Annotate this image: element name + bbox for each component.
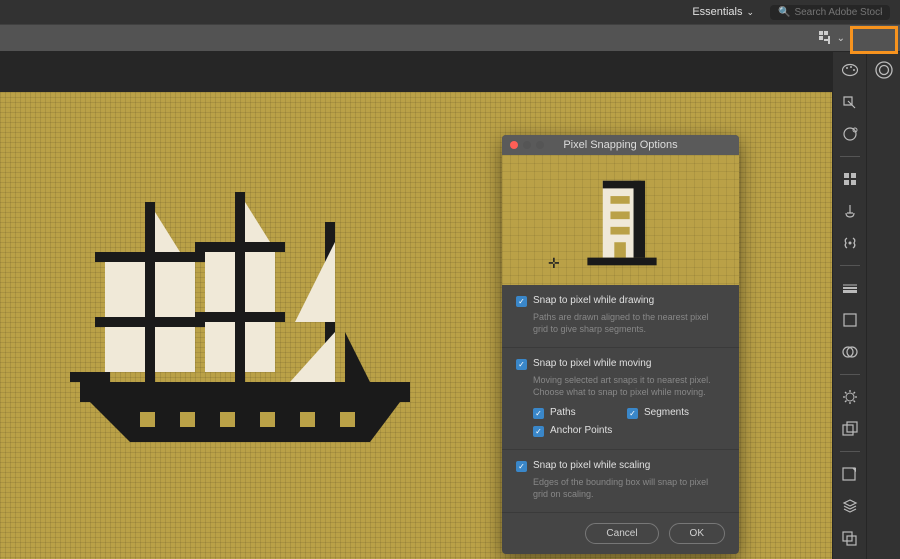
checkbox-scaling[interactable]: ✓ bbox=[516, 461, 527, 472]
chevron-down-icon: ⌄ bbox=[746, 7, 754, 18]
ok-button[interactable]: OK bbox=[669, 523, 725, 544]
pixel-snap-dropdown[interactable]: ⌄ bbox=[819, 31, 845, 45]
max-dot bbox=[536, 141, 544, 149]
color-guide-panel-icon[interactable] bbox=[840, 124, 860, 144]
dialog-titlebar[interactable]: Pixel Snapping Options bbox=[502, 135, 739, 155]
pixel-snap-icon bbox=[819, 31, 835, 45]
transparency-panel-icon[interactable] bbox=[840, 342, 860, 362]
window-controls[interactable] bbox=[510, 141, 544, 149]
search-icon: 🔍 bbox=[778, 7, 790, 18]
color-panel-icon[interactable] bbox=[840, 60, 860, 80]
label-paths: Paths bbox=[550, 407, 576, 418]
swatches-panel-icon[interactable] bbox=[840, 92, 860, 112]
appearance-panel-icon[interactable] bbox=[840, 387, 860, 407]
gradient-panel-icon[interactable] bbox=[840, 310, 860, 330]
label-moving: Snap to pixel while moving bbox=[533, 358, 651, 369]
section-drawing: ✓ Snap to pixel while drawing Paths are … bbox=[502, 285, 739, 348]
label-scaling: Snap to pixel while scaling bbox=[533, 460, 650, 471]
dialog-footer: Cancel OK bbox=[502, 513, 739, 554]
ship-artwork bbox=[70, 192, 430, 452]
chevron-down-icon: ⌄ bbox=[837, 33, 845, 44]
desc-moving: Moving selected art snaps it to nearest … bbox=[533, 374, 725, 398]
panel-dock bbox=[832, 52, 900, 559]
search-stock[interactable]: 🔍 bbox=[770, 5, 890, 20]
label-anchor-points: Anchor Points bbox=[550, 425, 612, 436]
brushes-panel-icon[interactable] bbox=[840, 201, 860, 221]
search-input[interactable] bbox=[794, 7, 882, 18]
pixel-snapping-dialog: Pixel Snapping Options ✛ ✓ Snap to pixel… bbox=[502, 135, 739, 554]
libraries-panel-icon[interactable] bbox=[840, 464, 860, 484]
section-scaling: ✓ Snap to pixel while scaling Edges of t… bbox=[502, 450, 739, 513]
dialog-title: Pixel Snapping Options bbox=[563, 139, 677, 151]
min-dot bbox=[523, 141, 531, 149]
building-preview-art bbox=[582, 173, 662, 273]
workspace-label: Essentials bbox=[692, 6, 742, 18]
graphic-styles-panel-icon[interactable] bbox=[840, 419, 860, 439]
symbols-panel-icon[interactable] bbox=[840, 233, 860, 253]
close-dot[interactable] bbox=[510, 141, 518, 149]
workspace-switcher[interactable]: Essentials ⌄ bbox=[684, 3, 762, 21]
checkbox-moving[interactable]: ✓ bbox=[516, 359, 527, 370]
label-segments: Segments bbox=[644, 407, 689, 418]
checkbox-anchor-points[interactable]: ✓ bbox=[533, 426, 544, 437]
control-bar: ⌄ bbox=[0, 24, 900, 52]
cc-libraries-icon[interactable] bbox=[874, 60, 894, 80]
cursor-icon: ✛ bbox=[548, 255, 560, 272]
dialog-preview: ✛ bbox=[502, 155, 739, 285]
section-moving: ✓ Snap to pixel while moving Moving sele… bbox=[502, 348, 739, 449]
checkbox-drawing[interactable]: ✓ bbox=[516, 296, 527, 307]
properties-panel-icon[interactable] bbox=[840, 169, 860, 189]
layers-panel-icon[interactable] bbox=[840, 496, 860, 516]
desc-drawing: Paths are drawn aligned to the nearest p… bbox=[533, 311, 725, 335]
label-drawing: Snap to pixel while drawing bbox=[533, 295, 654, 306]
artboards-panel-icon[interactable] bbox=[840, 528, 860, 548]
checkbox-paths[interactable]: ✓ bbox=[533, 408, 544, 419]
application-bar: Essentials ⌄ 🔍 bbox=[0, 0, 900, 24]
cancel-button[interactable]: Cancel bbox=[585, 523, 658, 544]
desc-scaling: Edges of the bounding box will snap to p… bbox=[533, 476, 725, 500]
checkbox-segments[interactable]: ✓ bbox=[627, 408, 638, 419]
stroke-panel-icon[interactable] bbox=[840, 278, 860, 298]
